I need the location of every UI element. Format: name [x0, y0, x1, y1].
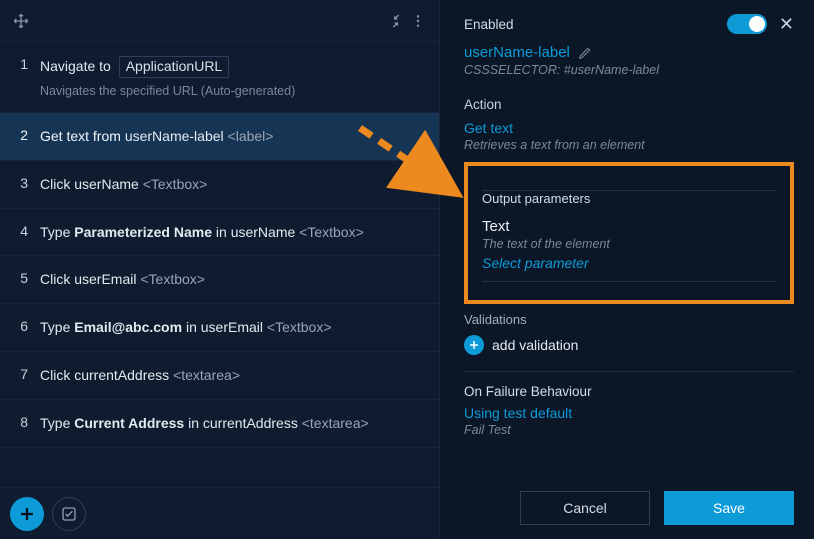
steps-list: 1 Navigate to ApplicationURL Navigates t… [0, 42, 439, 487]
enabled-label: Enabled [464, 17, 514, 32]
step-row[interactable]: 4 Type Parameterized Name in userName <T… [0, 209, 439, 257]
properties-panel: Enabled ✕ userName-label CSSSELECTOR: #u… [440, 0, 814, 539]
element-selector: CSSSELECTOR: #userName-label [464, 63, 794, 77]
close-icon[interactable]: ✕ [779, 15, 794, 33]
element-name[interactable]: userName-label [464, 44, 570, 61]
action-description: Retrieves a text from an element [464, 138, 794, 152]
output-param-name: Text [482, 218, 776, 235]
step-row[interactable]: 3 Click userName <Textbox> [0, 161, 439, 209]
move-icon[interactable] [10, 10, 32, 32]
steps-toolbar [0, 0, 439, 42]
step-title: Type Parameterized Name in userName <Tex… [40, 223, 423, 242]
step-number: 8 [14, 414, 28, 430]
collapse-icon[interactable] [385, 10, 407, 32]
variable-chip[interactable]: ApplicationURL [119, 56, 230, 78]
step-row[interactable]: 1 Navigate to ApplicationURL Navigates t… [0, 42, 439, 113]
failure-behaviour-sub: Fail Test [464, 423, 794, 437]
step-title: Click userEmail <Textbox> [40, 270, 423, 289]
step-title: Click currentAddress <textarea> [40, 366, 423, 385]
action-name[interactable]: Get text [464, 120, 794, 136]
step-number: 4 [14, 223, 28, 239]
steps-footer [0, 487, 439, 539]
step-row[interactable]: 2 Get text from userName-label <label> [0, 113, 439, 161]
step-number: 3 [14, 175, 28, 191]
step-title: Type Current Address in currentAddress <… [40, 414, 423, 433]
enabled-toggle[interactable] [727, 14, 767, 34]
checklist-button[interactable] [52, 497, 86, 531]
output-parameters-label: Output parameters [482, 191, 776, 206]
edit-icon[interactable] [578, 46, 592, 60]
step-title: Type Email@abc.com in userEmail <Textbox… [40, 318, 423, 337]
kebab-menu-icon[interactable] [407, 10, 429, 32]
step-title: Get text from userName-label <label> [40, 127, 423, 146]
select-parameter-link[interactable]: Select parameter [482, 255, 776, 271]
step-number: 2 [14, 127, 28, 143]
step-number: 6 [14, 318, 28, 334]
steps-panel: 1 Navigate to ApplicationURL Navigates t… [0, 0, 440, 539]
step-number: 5 [14, 270, 28, 286]
step-title: Click userName <Textbox> [40, 175, 423, 194]
validations-label: Validations [464, 312, 794, 327]
step-row[interactable]: 6 Type Email@abc.com in userEmail <Textb… [0, 304, 439, 352]
plus-icon [464, 335, 484, 355]
failure-behaviour-value[interactable]: Using test default [464, 405, 794, 421]
step-row[interactable]: 5 Click userEmail <Textbox> [0, 256, 439, 304]
step-row[interactable]: 7 Click currentAddress <textarea> [0, 352, 439, 400]
step-number: 7 [14, 366, 28, 382]
action-section-label: Action [464, 97, 794, 112]
failure-section-label: On Failure Behaviour [464, 384, 794, 399]
output-parameters-highlight: Output parameters Text The text of the e… [464, 162, 794, 304]
add-step-button[interactable] [10, 497, 44, 531]
output-param-description: The text of the element [482, 237, 776, 251]
step-subtitle: Navigates the specified URL (Auto-genera… [40, 84, 423, 98]
save-button[interactable]: Save [664, 491, 794, 525]
step-number: 1 [14, 56, 28, 72]
add-validation-button[interactable]: add validation [464, 335, 794, 355]
cancel-button[interactable]: Cancel [520, 491, 650, 525]
step-title: Navigate to ApplicationURL [40, 56, 423, 78]
step-row[interactable]: 8 Type Current Address in currentAddress… [0, 400, 439, 448]
